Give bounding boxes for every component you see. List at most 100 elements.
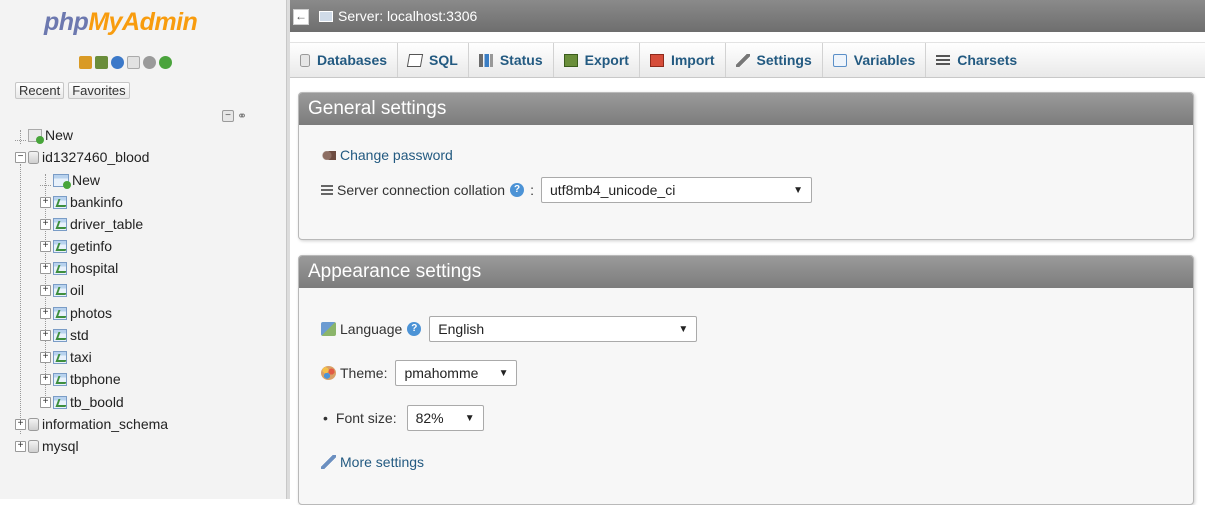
tab-databases[interactable]: Databases bbox=[290, 43, 399, 77]
tree-item-getinfo[interactable]: + getinfo bbox=[40, 235, 112, 257]
general-settings-title: General settings bbox=[299, 93, 1193, 125]
tab-status[interactable]: Status bbox=[469, 43, 554, 77]
sql-docs-icon[interactable] bbox=[127, 56, 140, 69]
tab-label: Variables bbox=[853, 52, 916, 68]
tree-item-mysql[interactable]: + mysql bbox=[15, 435, 79, 457]
appearance-settings-panel: Appearance settings Language ? English ▼… bbox=[298, 255, 1194, 505]
tree-item-oil[interactable]: + oil bbox=[40, 279, 84, 301]
expand-icon[interactable]: + bbox=[40, 284, 51, 296]
tab-label: Databases bbox=[317, 52, 388, 68]
collation-colon: : bbox=[530, 182, 534, 198]
sql-icon bbox=[406, 53, 424, 67]
tree-item-hospital[interactable]: + hospital bbox=[40, 257, 118, 279]
tree-item-label: New bbox=[45, 127, 74, 143]
server-tab-bar: Databases SQL Status Export Import Setti… bbox=[290, 42, 1205, 78]
font-size-row: • Font size: 82% ▼ bbox=[321, 405, 484, 431]
bullet: • bbox=[323, 410, 328, 426]
tree-item-tbphone[interactable]: + tbphone bbox=[40, 368, 121, 390]
tab-label: Charsets bbox=[957, 52, 1018, 68]
collation-icon bbox=[321, 185, 333, 195]
reload-navigation-icon[interactable] bbox=[159, 56, 172, 69]
tree-item-label: New bbox=[72, 172, 101, 188]
database-icon bbox=[300, 53, 310, 67]
help-icon[interactable]: ? bbox=[407, 322, 422, 336]
expand-icon[interactable]: + bbox=[40, 396, 51, 408]
query-window-icon[interactable] bbox=[95, 56, 108, 69]
tree-item-label: id1327460_blood bbox=[42, 149, 150, 165]
breadcrumb[interactable]: Server: localhost:3306 bbox=[319, 8, 477, 24]
table-icon bbox=[53, 372, 67, 386]
tree-item-new-table[interactable]: New bbox=[40, 169, 100, 191]
change-password-row: Change password bbox=[321, 147, 453, 163]
tree-item-photos[interactable]: + photos bbox=[40, 302, 112, 324]
favorites-tab[interactable]: Favorites bbox=[68, 82, 130, 99]
link-with-main-icon[interactable]: ⚭ bbox=[237, 109, 247, 123]
tree-item-label: information_schema bbox=[42, 416, 169, 432]
font-size-select[interactable]: 82% ▼ bbox=[406, 405, 484, 431]
expand-icon[interactable]: + bbox=[40, 351, 51, 363]
database-icon bbox=[28, 439, 39, 453]
navigation-settings-icon[interactable] bbox=[143, 56, 156, 69]
chevron-down-icon: ▼ bbox=[678, 323, 689, 335]
home-icon[interactable] bbox=[79, 56, 92, 69]
table-icon bbox=[53, 283, 67, 297]
tab-sql[interactable]: SQL bbox=[398, 43, 469, 77]
tab-export[interactable]: Export bbox=[554, 43, 640, 77]
tree-item-driver-table[interactable]: + driver_table bbox=[40, 213, 143, 235]
expand-icon[interactable]: + bbox=[40, 329, 51, 341]
table-icon bbox=[53, 395, 67, 409]
tree-item-label: getinfo bbox=[70, 238, 113, 254]
tab-charsets[interactable]: Charsets bbox=[926, 43, 1027, 77]
expand-icon[interactable]: + bbox=[40, 262, 51, 274]
more-settings-row: More settings bbox=[321, 454, 424, 470]
tree-item-bankinfo[interactable]: + bankinfo bbox=[40, 191, 123, 213]
change-password-link[interactable]: Change password bbox=[340, 147, 453, 163]
tree-connector bbox=[15, 130, 26, 141]
expand-icon[interactable]: + bbox=[40, 307, 51, 319]
tree-item-label: oil bbox=[70, 282, 85, 298]
more-settings-link[interactable]: More settings bbox=[340, 454, 424, 470]
collapse-all-icon[interactable]: − bbox=[222, 110, 234, 122]
tree-item-information-schema[interactable]: + information_schema bbox=[15, 413, 168, 435]
collapse-icon[interactable]: − bbox=[15, 151, 26, 163]
language-label: Language bbox=[340, 321, 403, 337]
collapse-navigation-icon[interactable]: ← bbox=[293, 9, 309, 25]
tree-item-tb-boold[interactable]: + tb_boold bbox=[40, 391, 124, 413]
expand-icon[interactable]: + bbox=[40, 196, 51, 208]
expand-icon[interactable]: + bbox=[40, 373, 51, 385]
database-icon bbox=[28, 417, 39, 431]
tree-item-taxi[interactable]: + taxi bbox=[40, 346, 92, 368]
tab-label: Import bbox=[670, 52, 715, 68]
collation-value: utf8mb4_unicode_ci bbox=[550, 182, 676, 198]
tab-label: SQL bbox=[429, 52, 458, 68]
tree-connector bbox=[40, 175, 51, 186]
theme-select[interactable]: pmahomme ▼ bbox=[395, 360, 518, 386]
tab-settings[interactable]: Settings bbox=[726, 43, 823, 77]
expand-icon[interactable]: + bbox=[15, 418, 26, 430]
tab-variables[interactable]: Variables bbox=[823, 43, 927, 77]
general-settings-panel: General settings Change password Server … bbox=[298, 92, 1194, 240]
nav-quick-icons bbox=[79, 56, 172, 69]
theme-label: Theme: bbox=[340, 365, 388, 381]
collation-select[interactable]: utf8mb4_unicode_ci ▼ bbox=[541, 177, 812, 203]
documentation-icon[interactable] bbox=[111, 56, 124, 69]
language-select[interactable]: English ▼ bbox=[429, 316, 698, 342]
phpmyadmin-logo[interactable]: phpMyAdmin bbox=[44, 8, 198, 37]
recent-tab[interactable]: Recent bbox=[15, 82, 65, 99]
tree-item-new[interactable]: New bbox=[15, 124, 73, 146]
expand-icon[interactable]: + bbox=[15, 440, 26, 452]
logo-myadmin: MyAdmin bbox=[88, 8, 198, 36]
tree-item-id1327460-blood[interactable]: − id1327460_blood bbox=[15, 146, 149, 168]
tab-import[interactable]: Import bbox=[640, 43, 726, 77]
table-icon bbox=[53, 195, 67, 209]
breadcrumb-server: Server: localhost:3306 bbox=[338, 8, 478, 24]
status-icon bbox=[478, 53, 493, 67]
tree-item-std[interactable]: + std bbox=[40, 324, 89, 346]
settings-icon bbox=[735, 53, 750, 67]
expand-icon[interactable]: + bbox=[40, 240, 51, 252]
tree-item-label: driver_table bbox=[70, 216, 144, 232]
language-row: Language ? English ▼ bbox=[321, 316, 698, 342]
change-password-icon bbox=[321, 150, 336, 160]
expand-icon[interactable]: + bbox=[40, 218, 51, 230]
help-icon[interactable]: ? bbox=[510, 183, 525, 197]
